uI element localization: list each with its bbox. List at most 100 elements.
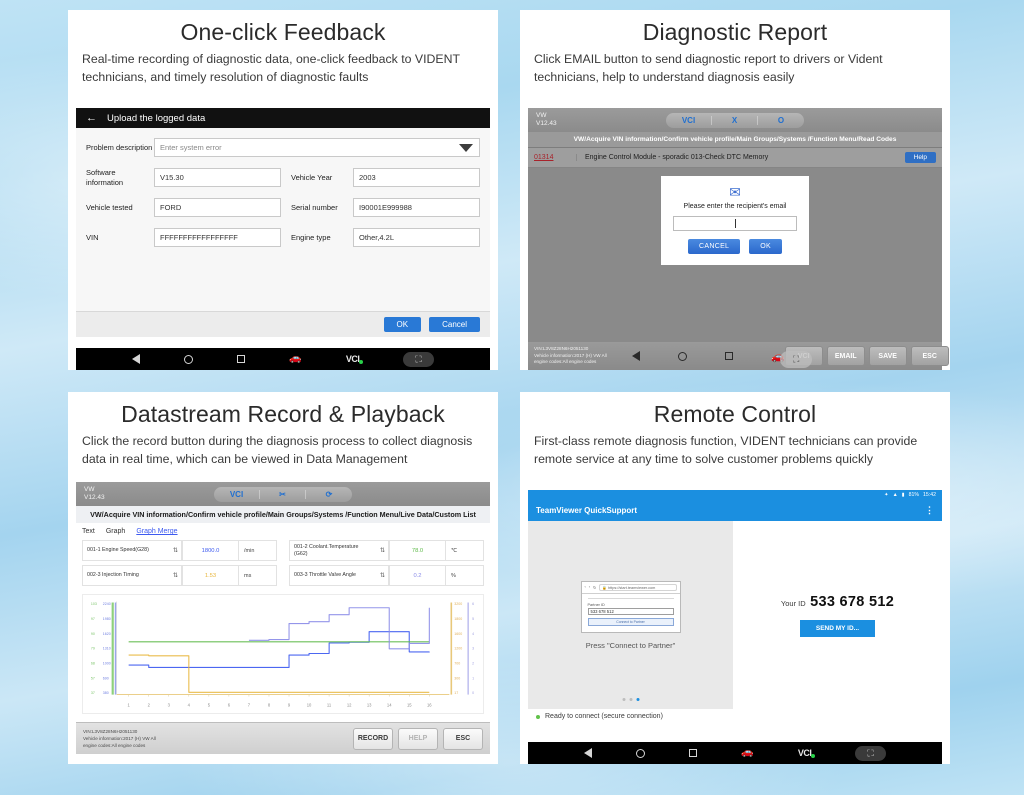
help-button[interactable]: Help: [904, 152, 936, 163]
android-nav-bar: 🚗: [632, 350, 785, 363]
dtc-row[interactable]: 01314 Engine Control Module - sporadic 0…: [528, 148, 942, 168]
list-item[interactable]: 001-1 Engine Speed(G28) ⇅ 1800.0 /min: [82, 540, 277, 561]
toolbar-refresh-icon[interactable]: O: [758, 116, 804, 125]
your-id-label: Your ID: [780, 599, 806, 608]
serial-number-value: I90001E999988: [359, 203, 412, 212]
cancel-button[interactable]: Cancel: [429, 317, 480, 332]
reload-icon: ↻: [593, 585, 597, 590]
x-tick-label: 2: [148, 702, 151, 707]
stepper-icon[interactable]: ⇅: [170, 541, 182, 560]
vehicle-tested-value: FORD: [160, 203, 182, 212]
key-email[interactable]: EMAIL: [826, 346, 865, 366]
toolbar-refresh-icon[interactable]: ⟳: [306, 490, 352, 499]
stepper-icon[interactable]: ⇅: [377, 541, 389, 560]
home-icon[interactable]: [184, 354, 194, 364]
tab-graph[interactable]: Graph: [106, 528, 125, 535]
nav-back-icon: ‹: [584, 585, 586, 589]
axis-tick-label: 700: [454, 661, 460, 665]
panel-diagnostic-report: Diagnostic Report Click EMAIL button to …: [520, 10, 950, 370]
feature-grid: One-click Feedback Real-time recording o…: [0, 0, 1024, 774]
screenshot-icon[interactable]: ⛶: [855, 745, 886, 761]
engine-type-label: Engine type: [291, 233, 331, 242]
back-icon[interactable]: [132, 354, 141, 364]
vehicle-year-value: 2003: [359, 173, 376, 182]
tab-text[interactable]: Text: [82, 528, 95, 535]
pid-name: 001-2 Coolant.Temperature (G62): [294, 543, 359, 557]
ok-button[interactable]: OK: [383, 317, 422, 332]
x-tick-label: 3: [168, 702, 171, 707]
vin-input[interactable]: FFFFFFFFFFFFFFFFF: [154, 228, 281, 247]
dialog-cancel-button[interactable]: CANCEL: [688, 239, 741, 254]
key-esc[interactable]: ESC: [443, 727, 483, 750]
toolbar-tools-icon[interactable]: ✂: [260, 489, 306, 499]
axis-tick-label: 79: [91, 647, 95, 651]
back-arrow-icon[interactable]: ←: [86, 112, 97, 124]
list-item[interactable]: 001-2 Coolant.Temperature (G62) ⇅ 78.0 ℃: [289, 540, 484, 561]
recents-icon[interactable]: [725, 352, 733, 360]
key-esc[interactable]: ESC: [910, 346, 949, 366]
engine-type-input[interactable]: Other,4.2L: [353, 228, 480, 247]
recents-icon[interactable]: [237, 355, 246, 363]
form-row-vehicle-tested: Vehicle tested FORD Serial number I90001…: [86, 198, 480, 217]
back-icon[interactable]: [584, 748, 593, 758]
home-icon[interactable]: [636, 748, 646, 758]
page-subtitle: First-class remote diagnosis function, V…: [534, 434, 918, 467]
android-nav-bar: 🚗 VCI ⛶: [528, 742, 942, 764]
axis-tick-label: 17: [454, 691, 458, 695]
app-title: TeamViewer QuickSupport: [536, 505, 638, 515]
car-icon[interactable]: 🚗: [289, 354, 301, 364]
email-dialog-actions: CANCEL OK: [673, 239, 797, 254]
kebab-menu-icon[interactable]: ⋮: [925, 505, 934, 515]
chevron-down-icon[interactable]: [459, 143, 473, 152]
axis-tick-label: 6: [472, 602, 474, 606]
live-data-chart[interactable]: 1 2 3 4 5 6 7 8 9 10 11 12 13 14 15 16 103 97 90 79 68 57 37 22…: [82, 594, 484, 714]
screenshot-icon[interactable]: ⛶: [780, 351, 813, 368]
carousel-dot[interactable]: [622, 698, 625, 701]
screenshot-icon[interactable]: ⛶: [403, 351, 434, 367]
axis-tick-label: 57: [91, 676, 95, 680]
home-icon[interactable]: [678, 351, 687, 361]
battery-percent: 81%: [908, 491, 920, 498]
carousel-dot[interactable]: [629, 698, 632, 701]
vci-icon[interactable]: VCI: [346, 354, 363, 364]
dialog-ok-button[interactable]: OK: [749, 239, 782, 254]
problem-description-label: Problem description: [86, 142, 153, 152]
vin-line-2: Vehicle information:2017 (H) VW All: [83, 735, 156, 741]
carousel-dot-active[interactable]: [636, 698, 639, 701]
back-icon[interactable]: [632, 351, 640, 361]
vin-label: VIN: [86, 232, 99, 242]
stepper-icon[interactable]: ⇅: [170, 566, 182, 585]
key-help: HELP: [398, 727, 438, 750]
vehicle-tested-input[interactable]: FORD: [154, 198, 281, 217]
serial-number-input[interactable]: I90001E999988: [353, 198, 480, 217]
dtc-code[interactable]: 01314: [534, 154, 568, 161]
software-information-input[interactable]: V15.30: [154, 168, 281, 187]
tab-graph-merge[interactable]: Graph Merge: [136, 528, 177, 535]
device-make: VW: [84, 485, 95, 493]
toolbar-tools-icon[interactable]: X: [712, 115, 758, 125]
vehicle-year-input[interactable]: 2003: [353, 168, 480, 187]
instruction-text: Press "Connect to Partner": [585, 640, 676, 650]
car-icon[interactable]: 🚗: [741, 748, 753, 758]
key-record[interactable]: RECORD: [353, 727, 393, 750]
problem-description-select[interactable]: Enter system error: [154, 138, 480, 157]
axis-tick-label: 1600: [454, 632, 462, 636]
pid-name: 003-3 Throttle Valve Angle: [294, 572, 356, 579]
send-my-id-button[interactable]: SEND MY ID...: [799, 620, 876, 637]
toolbar-vci-icon[interactable]: VCI: [214, 489, 260, 499]
stepper-icon[interactable]: ⇅: [377, 566, 389, 585]
list-item[interactable]: 002-3 Injection Timing ⇅ 1.53 ms: [82, 565, 277, 586]
recents-icon[interactable]: [689, 749, 698, 757]
chart-series: [128, 654, 430, 693]
device-header: VW V12.43 VCI ✂ ⟳: [76, 482, 490, 506]
datastream-device-screen: VW V12.43 VCI ✂ ⟳ VW/Acquire VIN informa…: [76, 482, 490, 754]
x-tick-label: 6: [228, 702, 231, 707]
datastream-header: Datastream Record & Playback Click the r…: [68, 392, 498, 473]
page-title: Datastream Record & Playback: [121, 401, 445, 427]
vci-icon[interactable]: VCI: [798, 748, 815, 758]
email-input[interactable]: [673, 216, 797, 231]
key-save[interactable]: SAVE: [868, 346, 907, 366]
email-dialog: ✉ Please enter the recipient's email CAN…: [661, 176, 809, 265]
toolbar-vci-icon[interactable]: VCI: [666, 115, 712, 125]
list-item[interactable]: 003-3 Throttle Valve Angle ⇅ 0.2 %: [289, 565, 484, 586]
